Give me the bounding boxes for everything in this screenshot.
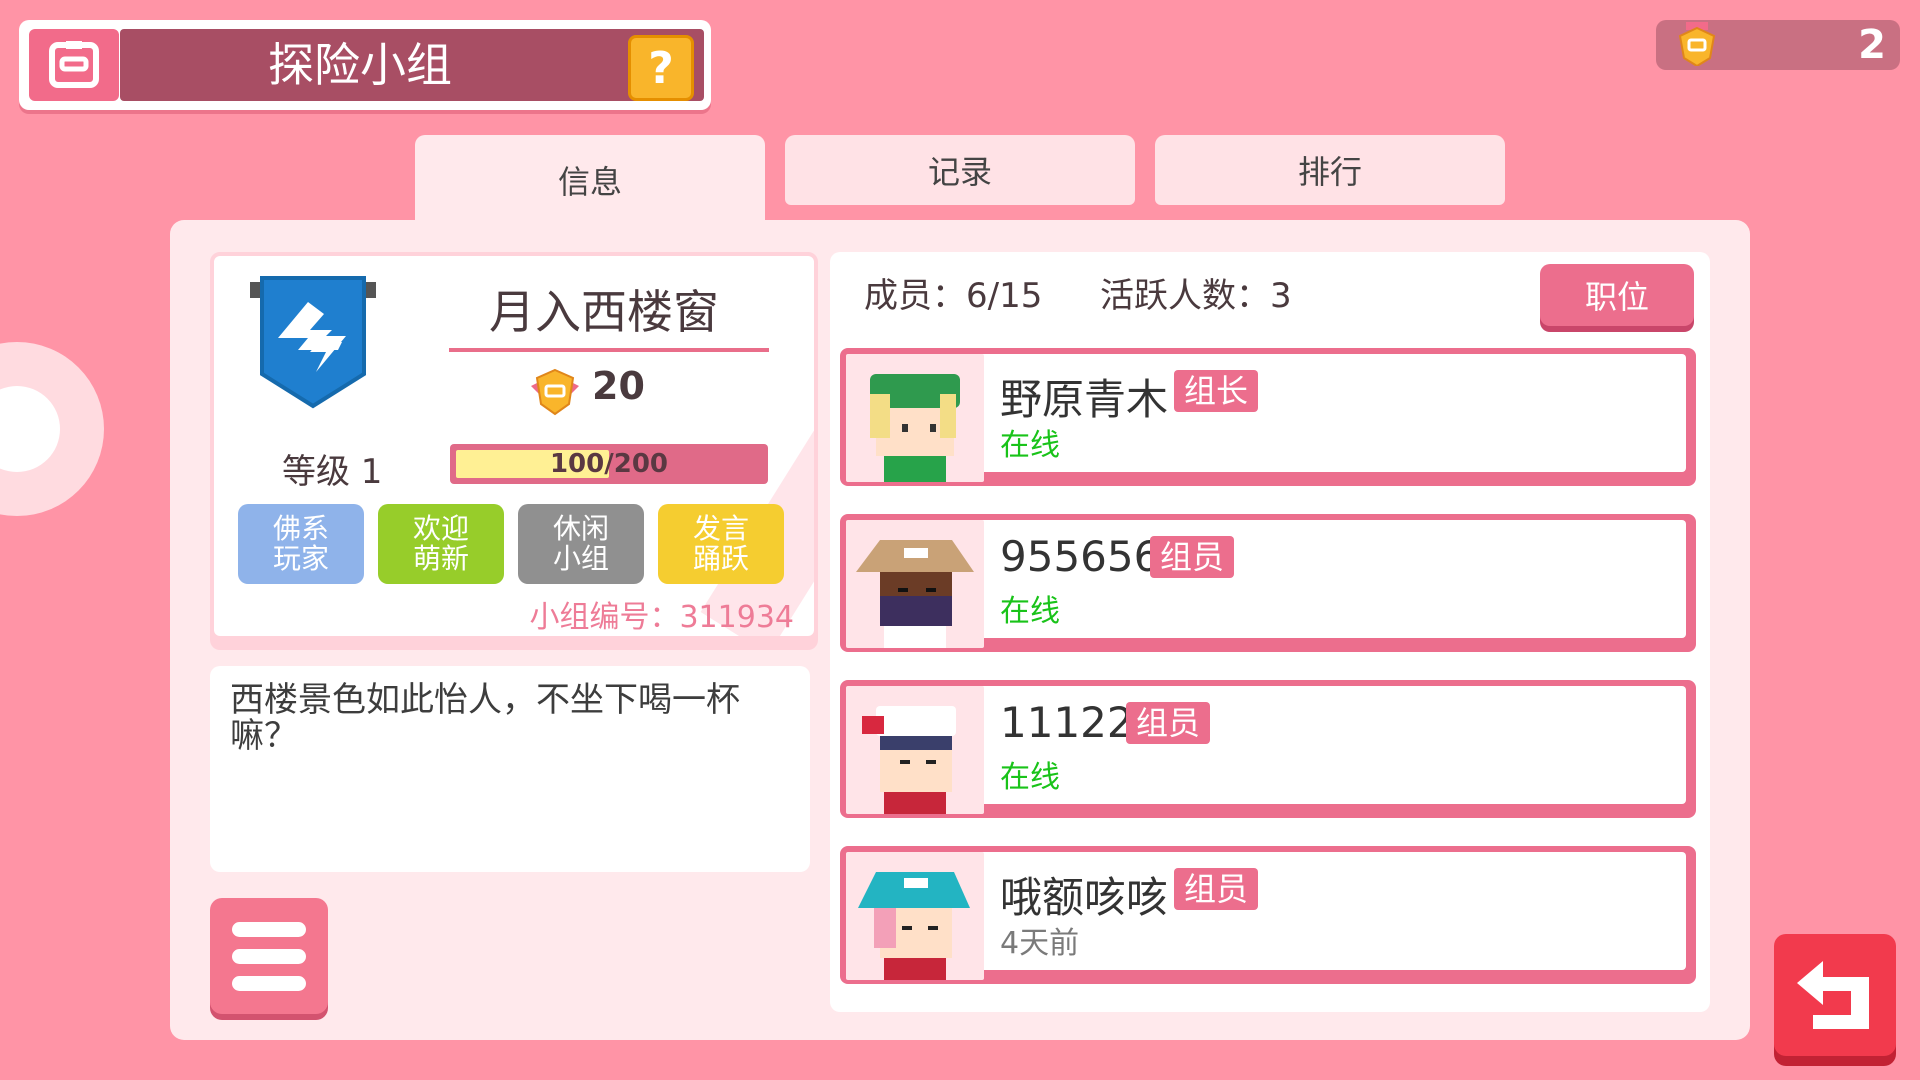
group-id: 小组编号：311934: [529, 600, 794, 635]
active-count: 活跃人数：3: [1100, 276, 1292, 316]
page-title: 探险小组: [268, 38, 452, 92]
divider: [449, 348, 769, 352]
return-arrow-icon: [1797, 961, 1869, 1029]
group-name: 月入西楼窗: [489, 285, 719, 339]
member-status: 在线: [1000, 760, 1060, 795]
tab-rank[interactable]: 排行: [1155, 135, 1505, 205]
group-description-box: 西楼景色如此怡人，不坐下喝一杯嘛？: [210, 666, 810, 872]
exp-progress-text: 100/200: [549, 449, 669, 479]
badge-icon: [1678, 22, 1716, 66]
title-plate: 探险小组 ?: [120, 29, 704, 101]
avatar: [846, 354, 984, 482]
group-description: 西楼景色如此怡人，不坐下喝一杯嘛？: [230, 680, 740, 756]
member-status: 4天前: [1000, 926, 1080, 961]
menu-icon: [232, 922, 306, 937]
member-status: 在线: [1000, 594, 1060, 629]
group-tag-label: 欢迎 萌新: [412, 512, 469, 575]
group-info-card: 月入西楼窗 20 等级 1 100/200 佛系 玩家 欢迎 萌新 休闲 小组 …: [210, 252, 818, 640]
tab-info[interactable]: 信息: [415, 135, 765, 225]
tab-rank-label: 排行: [1297, 153, 1362, 191]
help-button[interactable]: ?: [628, 35, 694, 101]
group-tag-label: 佛系 玩家: [272, 512, 329, 575]
group-tag: 发言 踊跃: [658, 504, 784, 584]
member-role-badge: 组长: [1174, 370, 1259, 412]
avatar: [846, 520, 984, 648]
side-handle-knob: [0, 386, 60, 472]
shield-lightning-icon: [250, 276, 376, 409]
member-name: 哦额咳咳: [1000, 873, 1169, 922]
group-level: 等级 1: [282, 452, 383, 492]
currency-value: 2: [1858, 22, 1886, 68]
menu-icon: [232, 976, 306, 991]
group-tag-label: 休闲 小组: [552, 512, 609, 575]
roles-button[interactable]: 职位: [1540, 264, 1694, 326]
member-row[interactable]: 野原青木 组长 在线: [840, 348, 1696, 486]
group-tag: 佛系 玩家: [238, 504, 364, 584]
group-tag: 休闲 小组: [518, 504, 644, 584]
tab-record-label: 记录: [927, 153, 992, 191]
member-role-badge: 组员: [1126, 702, 1211, 744]
title-bar: 探险小组 ?: [19, 20, 711, 110]
member-status: 在线: [1000, 428, 1060, 463]
group-tag-label: 发言 踊跃: [692, 512, 749, 575]
back-button[interactable]: [1774, 934, 1896, 1056]
points-badge-icon: [531, 368, 579, 416]
question-mark-icon: ?: [648, 42, 674, 94]
avatar: [846, 852, 984, 980]
member-name: 野原青木: [1000, 375, 1169, 424]
menu-button[interactable]: [210, 898, 328, 1014]
side-handle[interactable]: [0, 342, 104, 516]
member-role-badge: 组员: [1150, 536, 1235, 578]
group-tag: 欢迎 萌新: [378, 504, 504, 584]
member-row[interactable]: 955656 组员 在线: [840, 514, 1696, 652]
group-points: 20: [592, 364, 645, 408]
exp-progress-bar: 100/200: [450, 444, 768, 484]
member-name: 955656: [1000, 532, 1161, 581]
members-count: 成员：6/15: [864, 276, 1043, 316]
roles-button-label: 职位: [1584, 278, 1649, 316]
members-panel: 成员：6/15 活跃人数：3 职位 野原青木 组长 在线 955656 组员 在…: [830, 252, 1710, 1012]
member-row[interactable]: 111229 组员 在线: [840, 680, 1696, 818]
currency-display: 2: [1656, 20, 1900, 70]
tab-info-label: 信息: [557, 163, 622, 201]
avatar: [846, 686, 984, 814]
main-panel: 月入西楼窗 20 等级 1 100/200 佛系 玩家 欢迎 萌新 休闲 小组 …: [170, 220, 1750, 1040]
menu-icon: [232, 949, 306, 964]
member-row[interactable]: 哦额咳咳 组员 4天前: [840, 846, 1696, 984]
tab-record[interactable]: 记录: [785, 135, 1135, 205]
group-icon: [29, 29, 119, 101]
member-role-badge: 组员: [1174, 868, 1259, 910]
